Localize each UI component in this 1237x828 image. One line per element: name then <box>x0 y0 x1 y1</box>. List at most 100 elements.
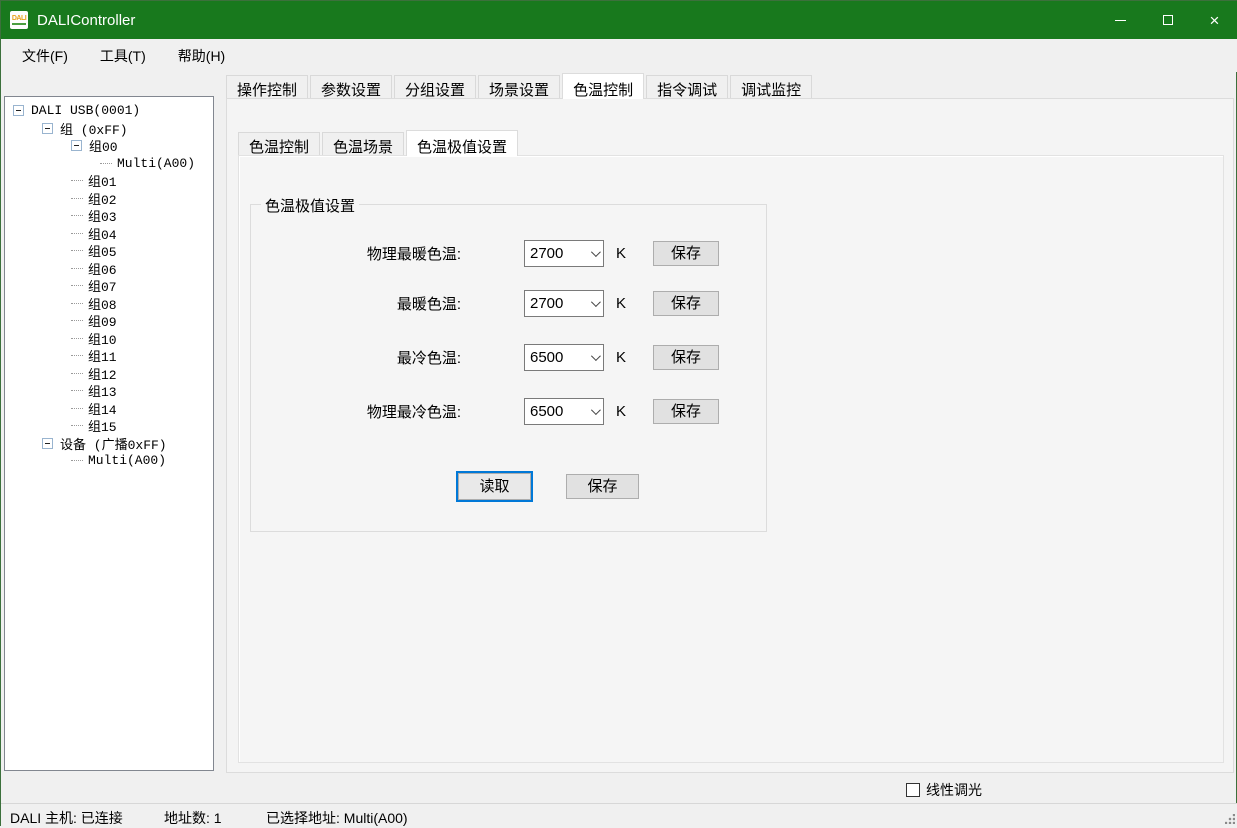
unit-label: K <box>616 245 626 262</box>
tree-item[interactable]: 组14 <box>5 400 213 418</box>
window-controls: × <box>1097 1 1237 39</box>
tree-item[interactable]: 设备 (广播0xFF) <box>5 435 213 453</box>
chevron-glyph <box>590 297 600 307</box>
tree-item-label: 组 (0xFF) <box>60 119 128 138</box>
subtab-色温控制[interactable]: 色温控制 <box>238 132 320 156</box>
tree-item[interactable]: Multi(A00) <box>5 452 213 470</box>
tree-item[interactable]: 组05 <box>5 242 213 260</box>
tree-connector <box>71 373 83 374</box>
tree-item-label: 组07 <box>88 276 117 295</box>
menu-item[interactable]: 工具(T) <box>89 40 157 72</box>
tree-item[interactable]: 组07 <box>5 277 213 295</box>
tree-connector <box>71 285 83 286</box>
linear-dimming-option[interactable]: 线性调光 <box>906 780 982 800</box>
tree-item[interactable]: 组15 <box>5 417 213 435</box>
minimize-icon <box>1115 20 1126 21</box>
tree-item[interactable]: 组04 <box>5 225 213 243</box>
tree-item[interactable]: 组06 <box>5 260 213 278</box>
resize-grip[interactable] <box>1225 814 1235 824</box>
chevron-glyph <box>590 405 600 415</box>
status-address-count: 地址数: 1 <box>164 808 222 828</box>
tab-操作控制[interactable]: 操作控制 <box>226 75 308 99</box>
color-temp-combobox[interactable]: 2700 <box>524 290 604 317</box>
row-save-button[interactable]: 保存 <box>653 241 719 266</box>
maximize-button[interactable] <box>1144 1 1191 39</box>
tree-collapse-icon[interactable] <box>42 123 53 134</box>
tree-collapse-icon[interactable] <box>42 438 53 449</box>
tree-item[interactable]: 组08 <box>5 295 213 313</box>
row-save-button[interactable]: 保存 <box>653 399 719 424</box>
tree-item[interactable]: 组01 <box>5 172 213 190</box>
combobox-value: 6500 <box>525 403 585 420</box>
tree-collapse-icon[interactable] <box>13 105 24 116</box>
tab-调试监控[interactable]: 调试监控 <box>730 75 812 99</box>
tree-item[interactable]: DALI USB(0001) <box>5 102 213 120</box>
form-row: 最暖色温:2700K保存 <box>251 289 719 317</box>
unit-label: K <box>616 349 626 366</box>
tree-item-label: 组14 <box>88 399 117 418</box>
tree-connector <box>71 338 83 339</box>
menubar: 文件(F) 工具(T) 帮助(H) <box>1 39 1237 72</box>
chevron-down-icon[interactable] <box>585 354 603 361</box>
tree-connector <box>71 180 83 181</box>
form-row: 物理最冷色温:6500K保存 <box>251 397 719 425</box>
status-host: DALI 主机: 已连接 <box>10 808 123 828</box>
tree-connector <box>71 303 83 304</box>
tree-connector <box>71 460 83 461</box>
tree-connector <box>71 320 83 321</box>
group-box-title: 色温极值设置 <box>261 195 359 216</box>
maximize-icon <box>1163 15 1173 25</box>
read-button[interactable]: 读取 <box>458 473 531 500</box>
row-label: 最冷色温: <box>271 347 461 368</box>
menu-item[interactable]: 帮助(H) <box>167 40 236 72</box>
status-selected-address: 已选择地址: Multi(A00) <box>266 808 408 828</box>
tree-item[interactable]: 组03 <box>5 207 213 225</box>
color-temp-combobox[interactable]: 6500 <box>524 344 604 371</box>
form-row: 物理最暖色温: 2700 K 保存 <box>251 239 719 267</box>
tree-item-label: 组09 <box>88 311 117 330</box>
unit-label: K <box>616 403 626 420</box>
chevron-down-icon[interactable] <box>585 408 603 415</box>
linear-dimming-checkbox[interactable] <box>906 783 920 797</box>
device-tree-panel: DALI USB(0001)组 (0xFF)组00Multi(A00)组01组0… <box>4 96 214 771</box>
tab-分组设置[interactable]: 分组设置 <box>394 75 476 99</box>
chevron-down-icon[interactable] <box>585 250 603 257</box>
group-box-extreme-settings: 色温极值设置 读取 保存 物理最暖色温:2700K保存最暖色温:2700K保存最… <box>250 204 767 532</box>
tree-item[interactable]: 组12 <box>5 365 213 383</box>
tree-item[interactable]: 组13 <box>5 382 213 400</box>
close-icon: × <box>1210 12 1220 29</box>
tree-item[interactable]: Multi(A00) <box>5 155 213 173</box>
tree-collapse-icon[interactable] <box>71 140 82 151</box>
tree-item-label: 组10 <box>88 329 117 348</box>
titlebar: DALI DALIController × <box>1 1 1237 39</box>
app-icon: DALI <box>10 11 28 29</box>
row-save-button[interactable]: 保存 <box>653 291 719 316</box>
tree-connector <box>71 355 83 356</box>
tree-item[interactable]: 组00 <box>5 137 213 155</box>
save-all-button[interactable]: 保存 <box>566 474 639 499</box>
tree-item-label: 设备 (广播0xFF) <box>60 434 167 453</box>
tree-item[interactable]: 组09 <box>5 312 213 330</box>
color-temp-combobox[interactable]: 6500 <box>524 398 604 425</box>
row-label: 物理最暖色温: <box>271 243 461 264</box>
chevron-down-icon[interactable] <box>585 300 603 307</box>
close-button[interactable]: × <box>1191 1 1237 39</box>
tree-item-label: 组06 <box>88 259 117 278</box>
tree-connector <box>100 163 112 164</box>
menu-item[interactable]: 文件(F) <box>11 40 79 72</box>
tab-场景设置[interactable]: 场景设置 <box>478 75 560 99</box>
tree-item[interactable]: 组11 <box>5 347 213 365</box>
tree-item-label: DALI USB(0001) <box>31 103 140 118</box>
tab-参数设置[interactable]: 参数设置 <box>310 75 392 99</box>
subtab-色温场景[interactable]: 色温场景 <box>322 132 404 156</box>
tree-item[interactable]: 组10 <box>5 330 213 348</box>
tab-指令调试[interactable]: 指令调试 <box>646 75 728 99</box>
tree-item[interactable]: 组02 <box>5 190 213 208</box>
tab-色温控制[interactable]: 色温控制 <box>562 73 644 99</box>
minimize-button[interactable] <box>1097 1 1144 39</box>
row-save-button[interactable]: 保存 <box>653 345 719 370</box>
tree-item[interactable]: 组 (0xFF) <box>5 120 213 138</box>
tree-connector <box>71 390 83 391</box>
color-temp-combobox[interactable]: 2700 <box>524 240 604 267</box>
subtab-色温极值设置[interactable]: 色温极值设置 <box>406 130 518 156</box>
